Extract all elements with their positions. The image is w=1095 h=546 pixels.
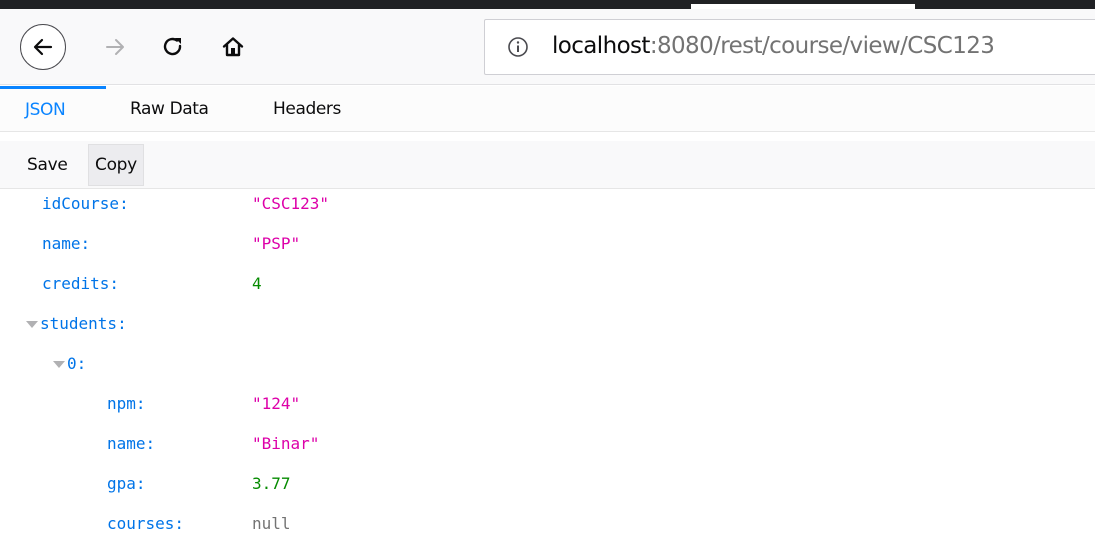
json-row[interactable]: name: "Binar" — [0, 432, 1095, 458]
navigation-toolbar: localhost:8080/rest/course/view/CSC123 — [0, 9, 1095, 85]
tab-headers[interactable]: Headers — [273, 86, 341, 131]
address-bar[interactable]: localhost:8080/rest/course/view/CSC123 — [484, 19, 1095, 75]
tab-strip-left — [0, 0, 691, 9]
back-button[interactable] — [20, 24, 66, 70]
reload-button[interactable] — [150, 24, 196, 70]
json-key: students: — [40, 314, 127, 333]
json-key: credits: — [42, 274, 120, 293]
json-key: courses: — [107, 514, 185, 533]
json-value: "CSC123" — [252, 194, 330, 213]
tab-strip-active[interactable] — [691, 0, 915, 4]
json-row[interactable]: idCourse: "CSC123" — [0, 192, 1095, 218]
json-row[interactable]: students: — [0, 312, 1095, 338]
save-button[interactable]: Save — [20, 144, 75, 186]
url-text[interactable]: localhost:8080/rest/course/view/CSC123 — [552, 33, 995, 59]
json-row[interactable]: credits: 4 — [0, 272, 1095, 298]
json-row[interactable]: 0: — [0, 352, 1095, 378]
json-value: 3.77 — [252, 474, 291, 493]
tab-raw-data[interactable]: Raw Data — [130, 86, 209, 131]
json-value: null — [252, 514, 291, 533]
url-path: :8080/rest/course/view/CSC123 — [649, 33, 995, 59]
json-key: npm: — [107, 394, 146, 413]
json-actions-bar: Save Copy — [0, 141, 1095, 189]
forward-arrow-icon — [106, 39, 124, 55]
json-row[interactable]: courses: null — [0, 512, 1095, 538]
expand-triangle-icon[interactable] — [26, 321, 38, 328]
json-value: "Binar" — [252, 434, 320, 453]
json-value: "PSP" — [252, 234, 301, 253]
reload-icon — [163, 37, 182, 56]
json-row[interactable]: name: "PSP" — [0, 232, 1095, 258]
json-key: name: — [107, 434, 156, 453]
json-key: 0: — [67, 354, 87, 373]
copy-button[interactable]: Copy — [88, 144, 144, 186]
viewer-tabs: JSON Raw Data Headers — [0, 86, 1095, 132]
json-key: idCourse: — [42, 194, 129, 213]
json-row[interactable]: npm: "124" — [0, 392, 1095, 418]
back-arrow-icon — [33, 38, 53, 56]
json-key: gpa: — [107, 474, 146, 493]
home-icon — [222, 37, 244, 57]
url-host: localhost — [552, 33, 650, 59]
json-value: 4 — [252, 274, 262, 293]
info-icon[interactable] — [507, 36, 529, 58]
tab-json[interactable]: JSON — [0, 86, 106, 131]
home-button[interactable] — [210, 24, 256, 70]
json-row[interactable]: gpa: 3.77 — [0, 472, 1095, 498]
json-key: name: — [42, 234, 91, 253]
tab-strip-right — [915, 0, 1095, 9]
forward-button[interactable] — [92, 24, 138, 70]
json-value: "124" — [252, 394, 301, 413]
expand-triangle-icon[interactable] — [53, 361, 65, 368]
